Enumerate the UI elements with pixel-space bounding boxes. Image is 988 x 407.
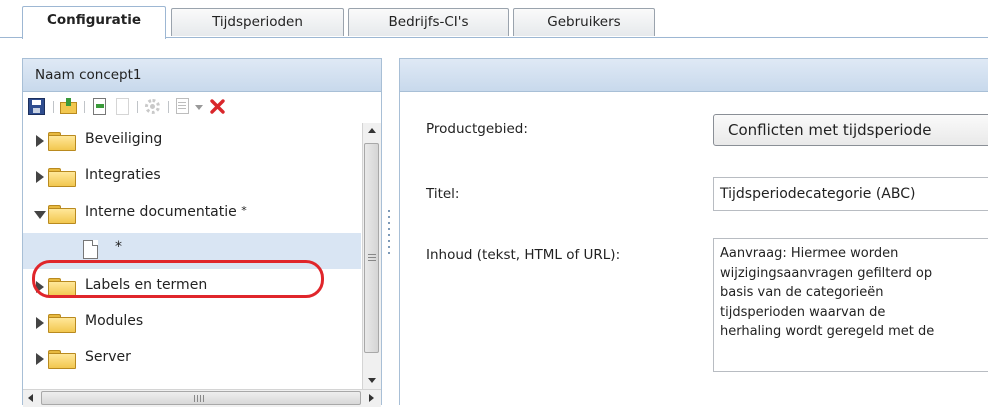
tree-node-integraties[interactable]: Integraties	[23, 159, 361, 195]
scroll-up-button[interactable]	[363, 123, 381, 140]
collapse-arrow-icon[interactable]	[34, 211, 46, 219]
tree-node-beveiliging[interactable]: Beveiliging	[23, 123, 361, 159]
tree-node-label: Server	[85, 349, 131, 365]
tree-node-label: Modules	[85, 313, 144, 329]
expand-arrow-icon[interactable]	[36, 317, 44, 329]
folder-tree: Beveiliging Integraties Interne document…	[23, 123, 361, 389]
tree-node-label: *	[115, 239, 122, 255]
export-icon[interactable]	[91, 98, 108, 115]
tree-vertical-scrollbar[interactable]	[362, 123, 381, 389]
tree-node-interne-documentatie[interactable]: Interne documentatie *	[23, 196, 361, 232]
tree-node-label: Interne documentatie *	[85, 204, 247, 220]
delete-icon[interactable]	[209, 98, 226, 115]
content-textarea[interactable]: Aanvraag: Hiermee worden wijzigingsaanvr…	[713, 238, 988, 372]
panel-splitter-handle[interactable]	[387, 210, 391, 256]
folder-icon	[48, 168, 76, 187]
folder-icon	[48, 314, 76, 333]
tab-tijdsperioden[interactable]: Tijdsperioden	[171, 8, 344, 36]
scroll-down-button[interactable]	[363, 372, 381, 389]
add-item-icon	[175, 98, 192, 115]
tree-node-label: Integraties	[85, 167, 161, 183]
tree-node-document[interactable]: *	[23, 233, 361, 269]
dropdown-icon[interactable]	[195, 105, 203, 110]
tree-panel-title: Naam concept1	[23, 59, 381, 92]
folder-open-icon	[48, 205, 76, 224]
scroll-thumb[interactable]	[364, 143, 379, 353]
folder-icon	[48, 278, 76, 297]
expand-arrow-icon[interactable]	[36, 281, 44, 293]
settings-icon	[144, 98, 161, 115]
tab-bedrijfs-cis[interactable]: Bedrijfs-CI's	[348, 8, 509, 36]
expand-arrow-icon[interactable]	[36, 135, 44, 147]
details-panel-header	[400, 59, 988, 92]
tab-configuratie[interactable]: Configuratie	[22, 6, 166, 39]
tree-horizontal-scrollbar[interactable]	[23, 389, 381, 407]
export-disabled-icon	[114, 98, 131, 115]
save-icon[interactable]	[28, 98, 45, 115]
document-icon	[83, 240, 98, 259]
details-panel: Productgebied: Conflicten met tijdsperio…	[399, 58, 988, 405]
scroll-thumb-horizontal[interactable]	[41, 391, 361, 405]
tree-node-labels-en-termen[interactable]: Labels en termen	[23, 269, 361, 305]
tree-toolbar	[23, 92, 381, 122]
tab-bar: Configuratie Tijdsperioden Bedrijfs-CI's…	[0, 0, 988, 46]
tree-node-label: Beveiliging	[85, 131, 163, 147]
product-area-button[interactable]: Conflicten met tijdsperiode	[713, 114, 988, 146]
expand-arrow-icon[interactable]	[36, 171, 44, 183]
tree-node-label: Labels en termen	[85, 277, 208, 293]
expand-arrow-icon[interactable]	[36, 353, 44, 365]
scroll-left-button[interactable]	[23, 390, 40, 407]
tab-gebruikers[interactable]: Gebruikers	[513, 8, 655, 36]
product-area-label: Productgebied:	[426, 121, 528, 137]
folder-icon	[48, 350, 76, 369]
import-icon[interactable]	[60, 98, 77, 115]
folder-icon	[48, 132, 76, 151]
tree-node-server[interactable]: Server	[23, 341, 361, 377]
content-label: Inhoud (tekst, HTML of URL):	[426, 247, 621, 263]
tree-panel: Naam concept1 Beveiliging Integraties In…	[22, 58, 382, 407]
title-input[interactable]: Tijdsperiodecategorie (ABC)	[713, 177, 988, 211]
title-label: Titel:	[426, 186, 460, 202]
tree-node-modules[interactable]: Modules	[23, 305, 361, 341]
scroll-right-button[interactable]	[363, 390, 380, 407]
